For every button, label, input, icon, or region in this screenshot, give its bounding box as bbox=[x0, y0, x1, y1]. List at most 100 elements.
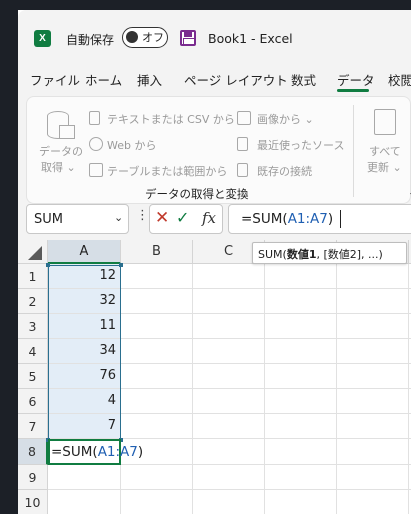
cell-a4[interactable]: 34 bbox=[48, 339, 121, 364]
grid-cell[interactable] bbox=[193, 339, 265, 364]
grid-cell[interactable] bbox=[337, 264, 409, 289]
grid-cell[interactable] bbox=[265, 289, 337, 314]
row-header-7[interactable]: 7 bbox=[18, 414, 48, 439]
formula-input[interactable]: =SUM(A1:A7) bbox=[228, 204, 411, 234]
grid-cell[interactable] bbox=[337, 439, 409, 465]
grid-cell[interactable] bbox=[193, 389, 265, 414]
cell-a1[interactable]: 12 bbox=[48, 264, 121, 289]
grid-cell[interactable] bbox=[337, 314, 409, 339]
get-data-label-2: 取得 ⌄ bbox=[41, 161, 76, 174]
grid-cell[interactable] bbox=[193, 439, 265, 465]
cell-a2[interactable]: 32 bbox=[48, 289, 121, 314]
grid-cell[interactable] bbox=[265, 465, 337, 490]
save-icon[interactable] bbox=[180, 30, 196, 46]
cell-a5[interactable]: 76 bbox=[48, 364, 121, 389]
row-header-6[interactable]: 6 bbox=[18, 389, 48, 414]
from-table-range-label: テーブルまたは範囲から bbox=[107, 165, 228, 178]
grid-cell[interactable] bbox=[265, 439, 337, 465]
active-tab-underline bbox=[337, 89, 369, 92]
cell-a7[interactable]: 7 bbox=[48, 414, 121, 439]
row-header-2[interactable]: 2 bbox=[18, 289, 48, 314]
tab-insert[interactable]: 挿入 bbox=[137, 70, 162, 89]
edit-reference: A1:A7 bbox=[97, 444, 138, 460]
grid-cell[interactable] bbox=[265, 389, 337, 414]
grid-cell[interactable] bbox=[337, 389, 409, 414]
grid-cell[interactable] bbox=[337, 364, 409, 389]
connection-icon bbox=[237, 163, 248, 177]
cell-a6[interactable]: 4 bbox=[48, 389, 121, 414]
grid-cell[interactable] bbox=[265, 264, 337, 289]
row-header-3[interactable]: 3 bbox=[18, 314, 48, 339]
get-data-label-1: データの bbox=[39, 145, 83, 158]
name-box[interactable]: SUM ⌄ bbox=[26, 204, 129, 234]
grid-cell[interactable] bbox=[337, 490, 409, 514]
grid-cell[interactable] bbox=[121, 389, 193, 414]
grid-cell[interactable] bbox=[193, 465, 265, 490]
grid-cell[interactable] bbox=[121, 465, 193, 490]
tab-data[interactable]: データ bbox=[337, 70, 375, 89]
enter-check-icon[interactable]: ✓ bbox=[176, 208, 189, 227]
grid-cell[interactable] bbox=[337, 339, 409, 364]
ribbon-separator bbox=[353, 105, 354, 197]
globe-icon bbox=[89, 137, 103, 151]
grid-cell[interactable] bbox=[265, 339, 337, 364]
grid-cell[interactable] bbox=[48, 465, 121, 490]
chevron-down-icon[interactable]: ⌄ bbox=[114, 211, 123, 224]
grid-cell[interactable] bbox=[48, 490, 121, 514]
text-cursor bbox=[340, 210, 341, 228]
row-header-9[interactable]: 9 bbox=[18, 465, 48, 490]
tab-review[interactable]: 校閲 bbox=[388, 70, 411, 89]
more-options-icon[interactable]: ⋮ bbox=[136, 209, 149, 223]
grid-cell[interactable] bbox=[121, 314, 193, 339]
tab-home[interactable]: ホーム bbox=[85, 70, 122, 89]
grid-cell[interactable] bbox=[121, 364, 193, 389]
grid-cell[interactable] bbox=[193, 414, 265, 439]
grid-cell[interactable] bbox=[337, 289, 409, 314]
grid-cell[interactable] bbox=[193, 289, 265, 314]
autosave-toggle[interactable]: オフ bbox=[122, 27, 168, 48]
grid-cell[interactable] bbox=[121, 490, 193, 514]
grid-cell[interactable] bbox=[265, 314, 337, 339]
grid-cell[interactable] bbox=[121, 414, 193, 439]
row-header-10[interactable]: 10 bbox=[18, 490, 48, 514]
cell-a8-edit-text[interactable]: =SUM(A1:A7) bbox=[50, 440, 143, 464]
refresh-label-2: 更新 ⌄ bbox=[367, 161, 402, 174]
row-header-4[interactable]: 4 bbox=[18, 339, 48, 364]
insert-function-icon[interactable]: fx bbox=[202, 209, 216, 227]
worksheet-grid[interactable]: A B C D E F 1 2 3 4 5 6 7 8 9 10 12 32 1… bbox=[18, 240, 411, 514]
column-header-a[interactable]: A bbox=[48, 240, 121, 264]
select-all-button[interactable] bbox=[18, 240, 48, 264]
grid-cell[interactable] bbox=[337, 465, 409, 490]
grid-cell[interactable] bbox=[121, 264, 193, 289]
tab-formulas[interactable]: 数式 bbox=[291, 70, 316, 89]
tab-page-layout[interactable]: ページ レイアウト bbox=[184, 70, 288, 89]
tooltip-arg-bold[interactable]: 数値1 bbox=[287, 248, 317, 261]
cell-a3[interactable]: 11 bbox=[48, 314, 121, 339]
grid-cell[interactable] bbox=[121, 289, 193, 314]
row-header-8[interactable]: 8 bbox=[18, 439, 48, 465]
select-all-triangle-icon bbox=[28, 246, 42, 260]
toggle-knob bbox=[126, 31, 138, 43]
autosave-state: オフ bbox=[142, 31, 164, 44]
grid-cell[interactable] bbox=[193, 314, 265, 339]
row-header-5[interactable]: 5 bbox=[18, 364, 48, 389]
grid-cell[interactable] bbox=[265, 364, 337, 389]
grid-cell[interactable] bbox=[193, 490, 265, 514]
table-icon bbox=[89, 163, 103, 177]
cancel-icon[interactable]: ✕ bbox=[155, 208, 169, 228]
grid-cell[interactable] bbox=[337, 414, 409, 439]
grid-cell[interactable] bbox=[193, 264, 265, 289]
formula-suffix: ) bbox=[327, 211, 334, 227]
tab-file[interactable]: ファイル bbox=[30, 70, 80, 89]
row-header-1[interactable]: 1 bbox=[18, 264, 48, 289]
from-web-label: Web から bbox=[107, 139, 157, 152]
recent-document-icon bbox=[237, 137, 248, 151]
picture-icon bbox=[237, 111, 251, 125]
grid-cell[interactable] bbox=[265, 414, 337, 439]
formula-prefix: =SUM( bbox=[241, 211, 288, 227]
column-header-b[interactable]: B bbox=[121, 240, 193, 264]
grid-cell[interactable] bbox=[265, 490, 337, 514]
document-title: Book1 - Excel bbox=[208, 31, 293, 46]
grid-cell[interactable] bbox=[193, 364, 265, 389]
grid-cell[interactable] bbox=[121, 339, 193, 364]
